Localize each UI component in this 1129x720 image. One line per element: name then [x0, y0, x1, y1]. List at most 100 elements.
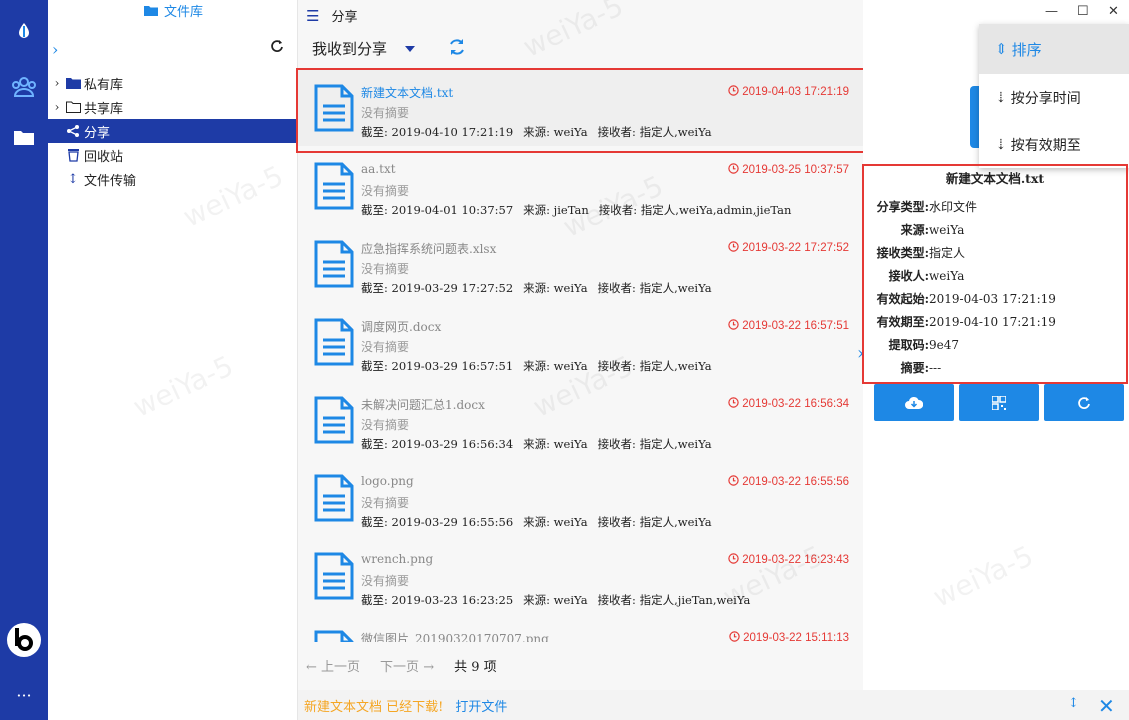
share-list-panel: ☰ 分享 我收到分享 新建文本文档.txt 没有摘要 截至: 2019-04-10 …	[298, 0, 863, 690]
user-avatar-icon[interactable]	[0, 622, 48, 658]
folder-title-icon	[144, 6, 158, 16]
source: 来源: weiYa	[523, 515, 588, 529]
next-page-button[interactable]: 下一页 →	[380, 656, 434, 675]
sort-desc-icon: ⇣	[995, 136, 1007, 153]
clock-icon	[728, 241, 739, 255]
pagination: ← 上一页 下一页 → 共 9 项	[306, 656, 497, 675]
open-file-link[interactable]: 打开文件	[455, 696, 507, 715]
minimize-icon[interactable]: —	[1045, 4, 1058, 19]
download-button[interactable]	[874, 384, 954, 421]
chevron-right-icon[interactable]: ›	[50, 76, 64, 90]
prev-page-button[interactable]: ← 上一页	[306, 656, 360, 675]
share-time-value: 2019-03-22 17:27:52	[742, 242, 849, 254]
receiver: 接收者: 指定人,weiYa	[597, 125, 712, 139]
source: 来源: jieTan	[523, 203, 589, 217]
page-header: ☰ 分享	[306, 6, 358, 26]
detail-key: 有效期至:	[876, 315, 929, 329]
page-title: 分享	[331, 10, 358, 25]
sort-by-share-time[interactable]: ⇣ 按分享时间	[979, 74, 1129, 121]
file-name: aa.txt	[361, 162, 396, 176]
brand-drop-icon	[0, 22, 48, 38]
expire-at: 截至: 2019-04-01 10:37:57	[361, 203, 514, 217]
qrcode-button[interactable]	[959, 384, 1039, 421]
share-card[interactable]: 调度网页.docx 没有摘要 截至: 2019-03-29 16:57:51 来源: …	[298, 302, 863, 380]
expire-at: 截至: 2019-03-29 16:56:34	[361, 437, 514, 451]
chevron-right-icon[interactable]: ›	[52, 40, 58, 59]
library-tree: 文件库 › › 私有库 › 共享库 分享 回收站 ↕ 文件传输	[48, 0, 298, 720]
reshare-button[interactable]	[1044, 384, 1124, 421]
tree-item-label: 分享	[84, 125, 111, 141]
share-card[interactable]: aa.txt 没有摘要截至: 2019-04-01 10:37:57 来源: jie…	[298, 146, 863, 224]
share-card[interactable]: 微信图片_20190320170707.png 2019-03-22 15:11:…	[298, 614, 863, 642]
share-meta: 截至: 2019-04-01 10:37:57 来源: jieTan 接收者: 指定…	[361, 202, 801, 218]
folder-nav-icon[interactable]	[0, 128, 48, 146]
share-time: 2019-03-22 16:56:34	[728, 397, 849, 411]
detail-row: 来源: weiYa	[865, 218, 1125, 241]
folder-filled-icon	[64, 77, 82, 89]
tree-item-shared[interactable]: › 共享库	[48, 95, 298, 119]
document-icon	[314, 552, 354, 600]
detail-value: 2019-04-10 17:21:19	[929, 314, 1056, 329]
maximize-icon[interactable]: ☐	[1077, 4, 1089, 19]
collapse-panel-icon[interactable]: ›	[857, 343, 864, 364]
chevron-right-icon[interactable]: ›	[50, 100, 64, 114]
close-icon[interactable]: ✕	[1098, 694, 1115, 718]
file-summary: 没有摘要	[361, 496, 410, 510]
detail-row: 接收人: weiYa	[865, 264, 1125, 287]
share-meta: 截至: 2019-03-29 16:56:34 来源: weiYa 接收者: 指定人…	[361, 436, 722, 452]
file-name: 调度网页.docx	[361, 320, 442, 334]
share-icon	[64, 124, 82, 138]
refresh-icon[interactable]	[448, 38, 466, 60]
tree-item-transfer[interactable]: ↕ 文件传输	[48, 167, 298, 191]
share-card[interactable]: wrench.png 没有摘要 截至: 2019-03-23 16:23:25 来源:…	[298, 536, 863, 614]
detail-key: 摘要:	[900, 361, 929, 375]
share-time: 2019-03-22 16:55:56	[728, 475, 849, 489]
receiver: 接收者: 指定人,jieTan,weiYa	[597, 593, 751, 607]
share-time-value: 2019-03-22 16:56:34	[742, 398, 849, 410]
file-summary: 没有摘要	[361, 262, 410, 276]
detail-actions	[874, 384, 1124, 421]
share-type-value: 我收到分享	[312, 40, 388, 58]
cloud-download-icon	[905, 396, 923, 409]
menu-icon[interactable]: ☰	[306, 7, 319, 25]
share-card[interactable]: 未解决问题汇总1.docx 没有摘要 截至: 2019-03-29 16:56:34…	[298, 380, 863, 458]
share-time: 2019-03-22 17:27:52	[728, 241, 849, 255]
transfer-icon[interactable]: ↕	[1068, 696, 1079, 711]
folder-outline-icon	[64, 101, 82, 113]
qrcode-icon	[992, 395, 1006, 410]
clock-icon	[728, 553, 739, 567]
tree-item-share[interactable]: 分享	[48, 119, 298, 143]
file-summary: 没有摘要	[361, 184, 410, 198]
share-time-value: 2019-04-03 17:21:19	[742, 86, 849, 98]
detail-key: 来源:	[900, 223, 929, 237]
share-type-select[interactable]: 我收到分享	[312, 38, 416, 59]
status-bar: 新建文本文档 已经下载! 打开文件 ↕ ✕	[298, 690, 1129, 720]
contacts-icon[interactable]	[0, 76, 48, 98]
source: 来源: weiYa	[523, 593, 588, 607]
share-time-value: 2019-03-22 16:55:56	[742, 476, 849, 488]
expire-at: 截至: 2019-03-29 17:27:52	[361, 281, 514, 295]
sort-title: 排序	[1011, 40, 1042, 59]
tree-item-label: 文件传输	[84, 173, 137, 189]
tree-item-private[interactable]: › 私有库	[48, 71, 298, 95]
tree-item-recycle[interactable]: 回收站	[48, 143, 298, 167]
tree-refresh-icon[interactable]	[270, 39, 284, 57]
clock-icon	[728, 397, 739, 411]
share-card[interactable]: 应急指挥系统问题表.xlsx 没有摘要截至: 2019-03-29 17:27:5…	[298, 224, 863, 302]
receiver: 接收者: 指定人,weiYa,admin,jieTan	[598, 203, 792, 217]
tree-title-label: 文件库	[164, 5, 204, 20]
tree-item-label: 私有库	[84, 77, 124, 93]
sort-by-expiry[interactable]: ⇣ 按有效期至	[979, 121, 1129, 168]
sort-menu-header[interactable]: ⇕ 排序	[979, 24, 1129, 74]
file-name: logo.png	[361, 474, 414, 488]
share-card[interactable]: logo.png 没有摘要 截至: 2019-03-29 16:55:56 来源: w…	[298, 458, 863, 536]
share-card[interactable]: 新建文本文档.txt 没有摘要 截至: 2019-04-10 17:21:19 来源:…	[298, 68, 863, 146]
detail-value: 水印文件	[929, 200, 978, 214]
detail-value: ---	[929, 360, 942, 375]
file-name: 应急指挥系统问题表.xlsx	[361, 242, 497, 256]
file-summary: 没有摘要	[361, 418, 410, 432]
more-icon[interactable]: ···	[0, 686, 48, 705]
file-name: 新建文本文档.txt	[361, 86, 454, 100]
close-icon[interactable]: ✕	[1108, 4, 1119, 19]
document-icon	[314, 318, 354, 366]
